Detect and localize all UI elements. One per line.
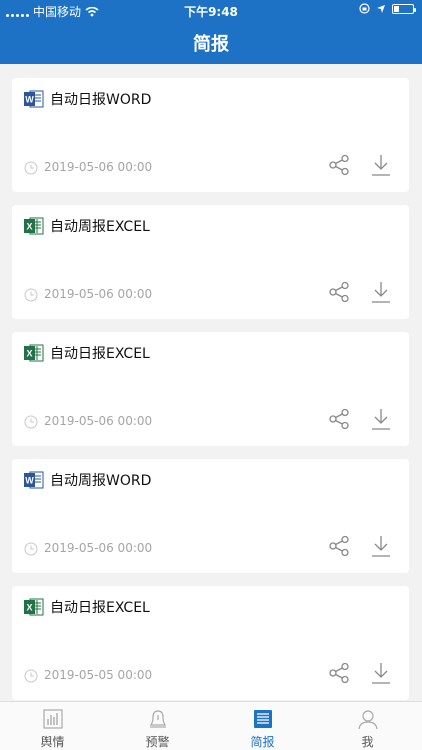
status-bar: 中国移动 下午9:48: [0, 0, 422, 22]
download-icon[interactable]: [370, 153, 392, 177]
svg-text:X: X: [26, 349, 32, 359]
svg-text:W: W: [25, 95, 34, 105]
download-icon[interactable]: [370, 661, 392, 685]
word-file-icon: W: [24, 471, 44, 489]
svg-text:W: W: [25, 476, 34, 486]
tab-label: 我: [361, 735, 374, 749]
report-name: 自动周报WORD: [50, 473, 152, 489]
excel-file-icon: X: [24, 598, 44, 616]
report-name: 自动日报EXCEL: [50, 600, 150, 616]
share-icon[interactable]: [328, 154, 350, 176]
navigation-bar: 中国移动 下午9:48 简报: [0, 0, 422, 64]
share-icon[interactable]: [328, 281, 350, 303]
download-icon[interactable]: [370, 534, 392, 558]
tab-3[interactable]: 我: [315, 702, 420, 750]
battery-icon: [392, 3, 416, 14]
excel-file-icon: X: [24, 217, 44, 235]
clock-icon: [24, 541, 38, 556]
excel-file-icon: X: [24, 344, 44, 362]
report-card[interactable]: W 自动周报WORD 2019-05-06 00:00: [12, 459, 409, 573]
clock-icon: [24, 160, 38, 175]
clock-icon: [24, 668, 38, 683]
share-icon[interactable]: [328, 662, 350, 684]
report-name: 自动周报EXCEL: [50, 219, 150, 235]
report-card[interactable]: X 自动日报EXCEL 2019-05-05 00:00: [12, 586, 409, 700]
tab-2[interactable]: 简报: [210, 702, 315, 750]
word-file-icon: W: [24, 90, 44, 108]
report-card[interactable]: X 自动日报EXCEL 2019-05-06 00:00: [12, 332, 409, 446]
svg-text:X: X: [26, 603, 32, 613]
tab-1[interactable]: 预警: [105, 702, 210, 750]
report-name: 自动日报EXCEL: [50, 346, 150, 362]
location-icon: [377, 4, 385, 13]
tab-label: 简报: [250, 735, 275, 749]
tab-label: 预警: [145, 735, 170, 749]
tab-bar: 舆情 预警 简报 我: [0, 701, 422, 750]
share-icon[interactable]: [328, 535, 350, 557]
clock-icon: [24, 287, 38, 302]
svg-text:X: X: [26, 222, 32, 232]
report-date: 2019-05-06 00:00: [44, 287, 153, 301]
page-title: 简报: [193, 34, 229, 55]
report-date: 2019-05-05 00:00: [44, 668, 153, 682]
download-icon[interactable]: [370, 407, 392, 431]
tab-label: 舆情: [40, 735, 65, 749]
report-date: 2019-05-06 00:00: [44, 541, 153, 555]
report-date: 2019-05-06 00:00: [44, 160, 153, 174]
download-icon[interactable]: [370, 280, 392, 304]
report-card[interactable]: X 自动周报EXCEL 2019-05-06 00:00: [12, 205, 409, 319]
tab-0[interactable]: 舆情: [0, 702, 105, 750]
report-card[interactable]: W 自动日报WORD 2019-05-06 00:00: [12, 78, 409, 192]
report-name: 自动日报WORD: [50, 92, 152, 108]
rotation-lock-icon: [359, 3, 370, 14]
clock-icon: [24, 414, 38, 429]
report-date: 2019-05-06 00:00: [44, 414, 153, 428]
share-icon[interactable]: [328, 408, 350, 430]
